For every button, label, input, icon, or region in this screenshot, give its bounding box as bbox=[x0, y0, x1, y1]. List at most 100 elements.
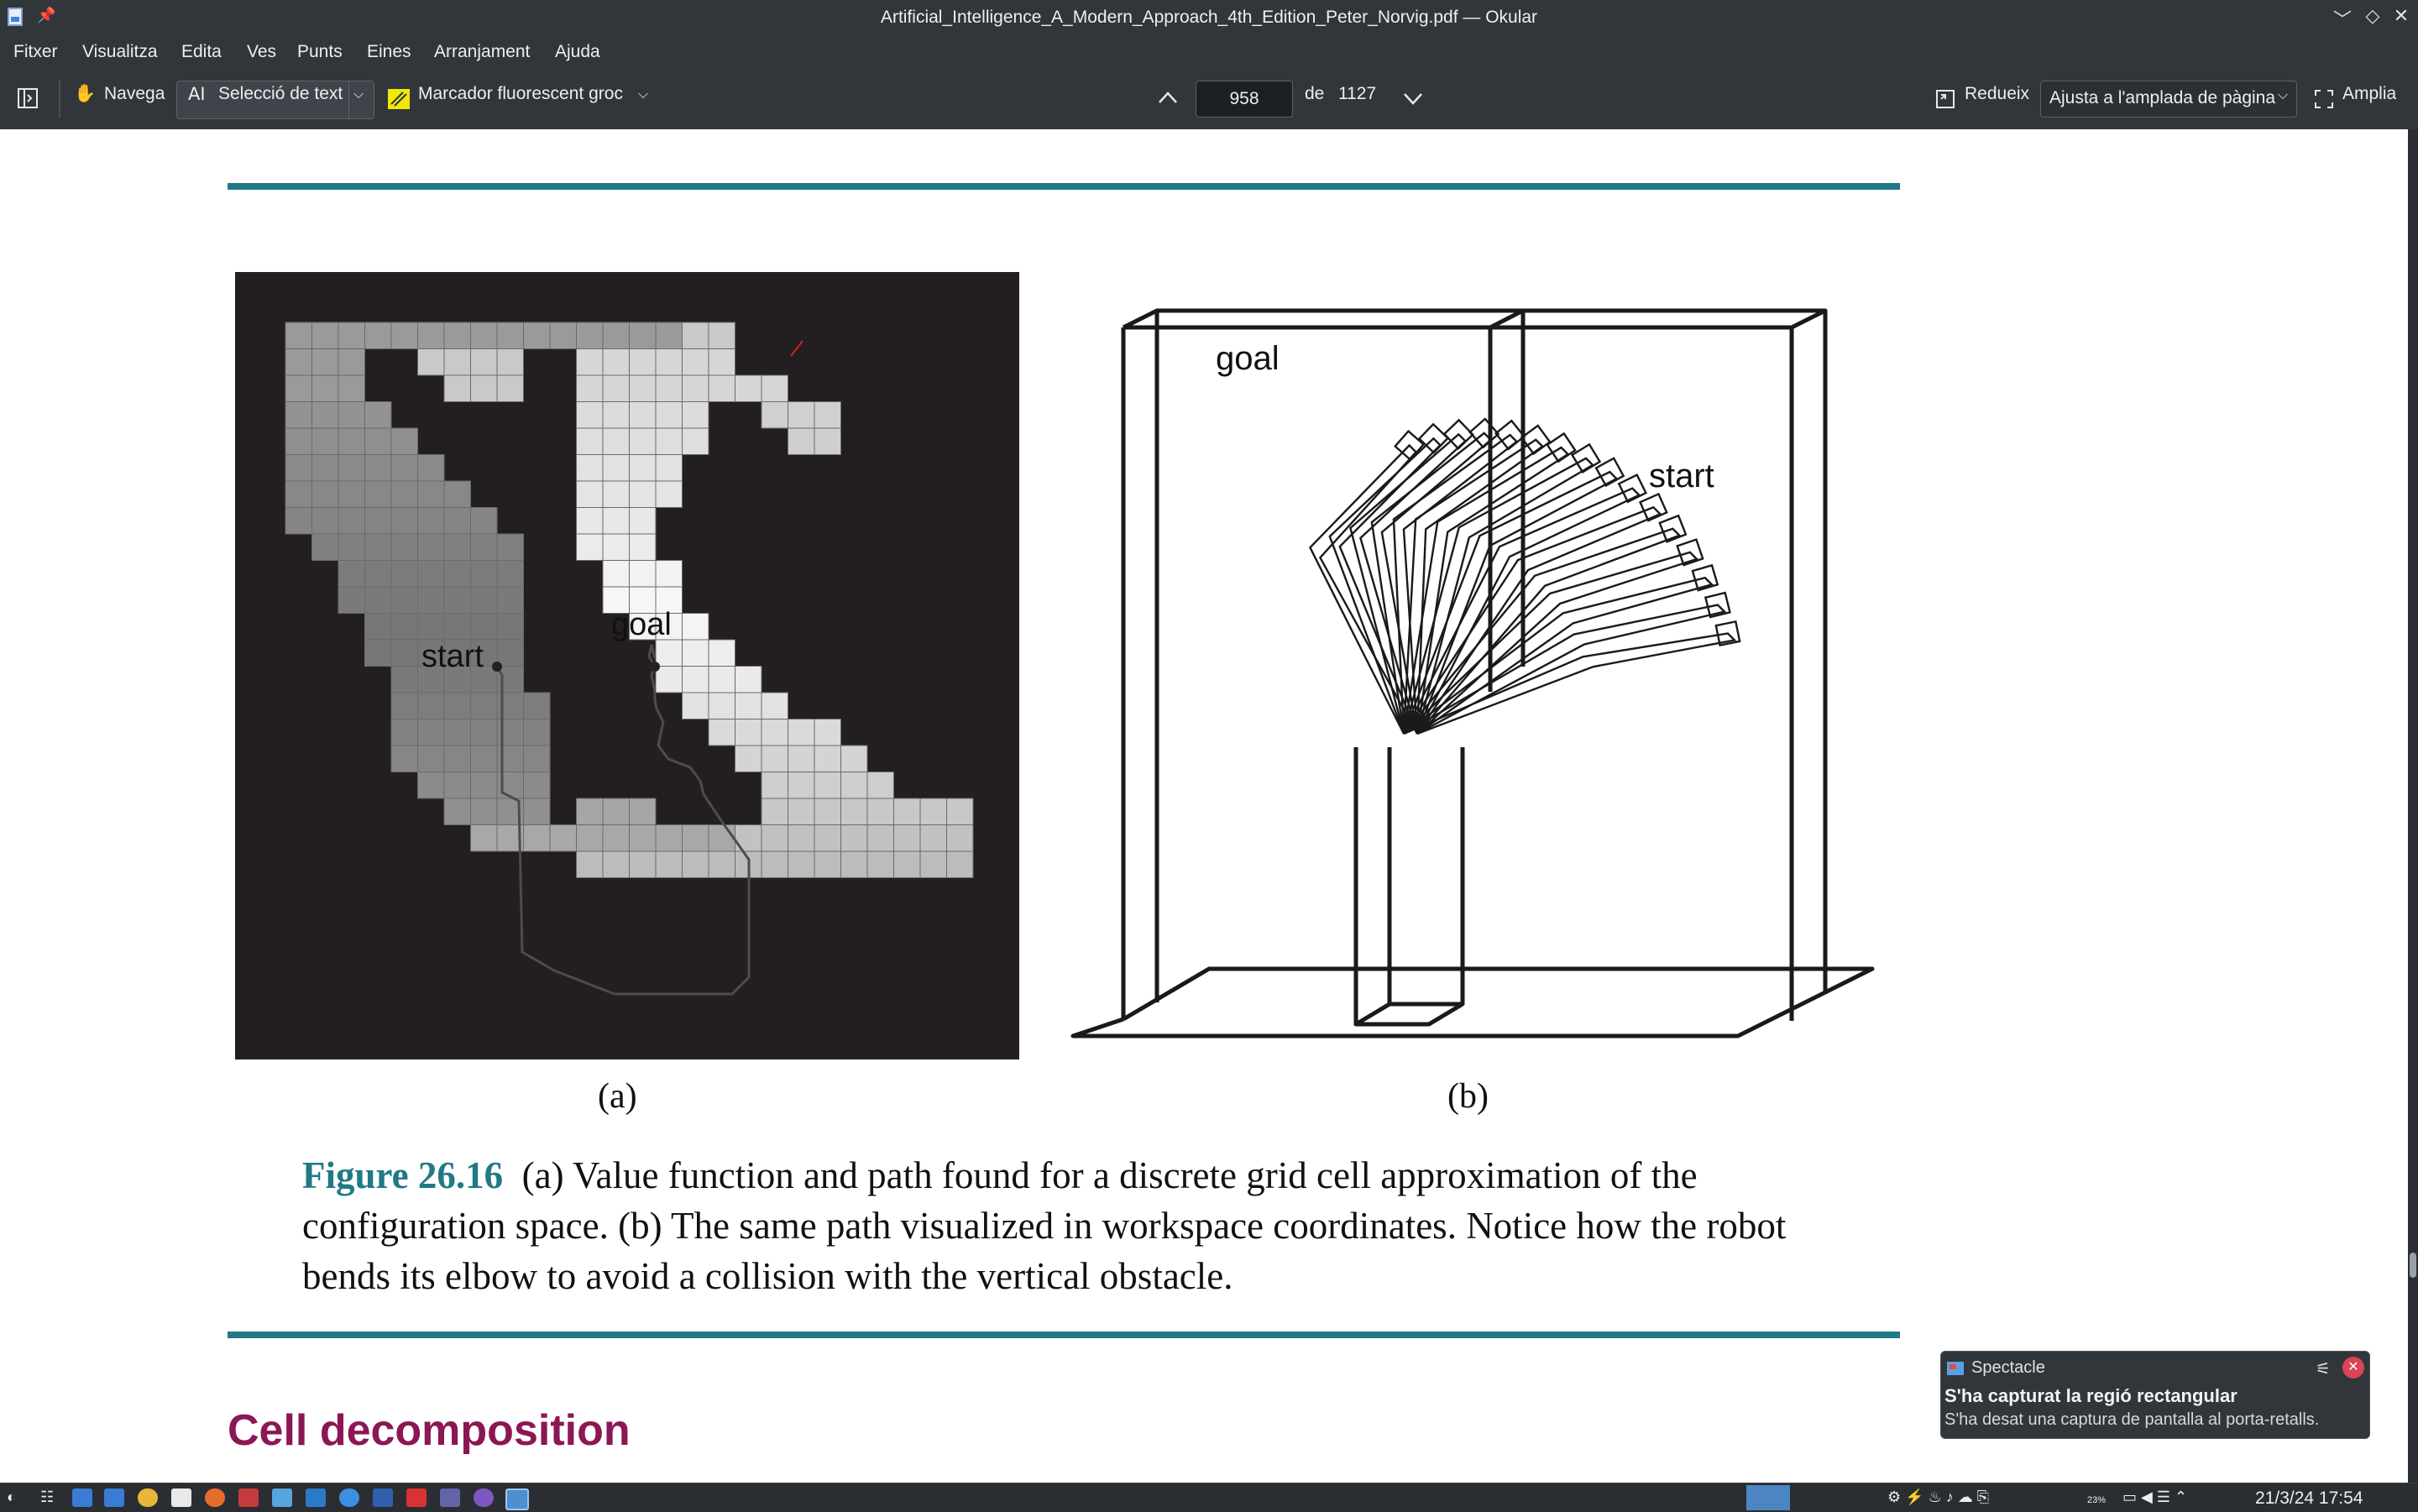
firefox-icon[interactable] bbox=[205, 1488, 225, 1507]
grid-cell bbox=[655, 666, 683, 693]
grid-cell bbox=[576, 798, 604, 825]
grid-cell bbox=[655, 322, 683, 349]
settings-icon[interactable]: ⚟ bbox=[2316, 1358, 2331, 1379]
caption-text: (a) Value function and path found for a … bbox=[302, 1154, 1787, 1297]
menu-visualitza[interactable]: Visualitza bbox=[82, 42, 158, 62]
figure-bottom-rule bbox=[228, 1332, 1900, 1338]
close-button[interactable]: ✕ bbox=[2389, 5, 2413, 27]
okular-task-icon[interactable] bbox=[505, 1488, 529, 1510]
document-page-view[interactable]: start goal goal start (a) (b) Figure 26.… bbox=[0, 129, 2408, 1483]
grid-cell bbox=[735, 374, 762, 402]
grid-cell bbox=[443, 772, 471, 799]
maximize-button[interactable]: ◇ bbox=[2361, 5, 2384, 27]
grid-cell bbox=[682, 427, 709, 455]
grid-cell bbox=[602, 850, 630, 878]
previous-page-icon[interactable] bbox=[1157, 89, 1179, 106]
vscode-icon[interactable] bbox=[306, 1488, 326, 1507]
grid-cell bbox=[470, 719, 498, 746]
grid-cell bbox=[602, 348, 630, 376]
grid-cell bbox=[576, 322, 604, 349]
grid-cell bbox=[576, 850, 604, 878]
editor-icon[interactable] bbox=[373, 1488, 393, 1507]
tray-more-icons[interactable]: ▭ ◀ ☰ ⌃ bbox=[2122, 1488, 2187, 1506]
sidebar-toggle-icon[interactable] bbox=[17, 87, 39, 109]
pager-icon[interactable]: ☷ bbox=[40, 1488, 54, 1506]
clock[interactable]: 21/3/24 17:54 bbox=[2255, 1488, 2363, 1509]
grid-cell bbox=[311, 533, 339, 561]
grid-cell bbox=[708, 850, 735, 878]
grid-cell bbox=[602, 401, 630, 429]
grid-cell bbox=[788, 772, 815, 799]
system-tray-icons[interactable]: ⚙ ⚡ ♨ ♪ ☁ ⎘ bbox=[1887, 1488, 1989, 1506]
chevron-down-icon[interactable]: ⌵ bbox=[638, 87, 648, 102]
toolbar-separator bbox=[59, 81, 60, 118]
teams-icon[interactable] bbox=[440, 1488, 460, 1507]
grid-cell bbox=[682, 348, 709, 376]
notification-title: S'ha capturat la regió rectangular bbox=[1944, 1385, 2237, 1406]
grid-cell bbox=[470, 322, 498, 349]
grid-cell bbox=[443, 719, 471, 746]
text-cursor-icon: A͏I bbox=[188, 84, 206, 104]
minimize-button[interactable]: ﹀ bbox=[2331, 5, 2354, 32]
browse-tool-button[interactable]: Navega bbox=[104, 84, 165, 104]
menu-edita[interactable]: Edita bbox=[181, 42, 222, 62]
app-purple-icon[interactable] bbox=[474, 1488, 494, 1507]
zoom-in-button[interactable]: Amplia bbox=[2342, 84, 2396, 104]
grid-cell bbox=[708, 348, 735, 376]
menu-arranjament[interactable]: Arranjament bbox=[434, 42, 530, 62]
grid-cell bbox=[682, 639, 709, 667]
zoom-mode-select[interactable]: Ajusta a l'amplada de pàgina ⌵ bbox=[2040, 81, 2297, 118]
menu-punts[interactable]: Punts bbox=[297, 42, 343, 62]
grid-cell bbox=[576, 454, 604, 482]
grid-cell bbox=[417, 507, 445, 535]
grid-cell bbox=[311, 401, 339, 429]
typora-icon[interactable] bbox=[171, 1488, 191, 1507]
chrome-icon[interactable] bbox=[138, 1488, 158, 1507]
spectacle-notification[interactable]: Spectacle ⚟ ✕ S'ha capturat la regió rec… bbox=[1940, 1351, 2370, 1439]
grid-cell bbox=[311, 374, 339, 402]
grid-cell bbox=[390, 507, 418, 535]
app-icon[interactable] bbox=[272, 1488, 292, 1507]
grid-cell bbox=[417, 348, 445, 376]
grid-cell bbox=[602, 480, 630, 508]
browser-icon[interactable] bbox=[339, 1488, 359, 1507]
grid-cell bbox=[390, 639, 418, 667]
page-of-label: de bbox=[1305, 84, 1325, 103]
app-red-icon[interactable] bbox=[406, 1488, 427, 1507]
menu-eines[interactable]: Eines bbox=[367, 42, 411, 62]
spectacle-app-icon bbox=[1947, 1362, 1964, 1375]
dolphin-icon[interactable] bbox=[72, 1488, 92, 1507]
grid-cell bbox=[338, 348, 365, 376]
chevron-down-icon[interactable]: ⌵ bbox=[353, 87, 364, 102]
highlighter-tool-button[interactable]: Marcador fluorescent groc bbox=[418, 84, 623, 104]
scrollbar-thumb[interactable] bbox=[2410, 1253, 2416, 1278]
menu-ajuda[interactable]: Ajuda bbox=[555, 42, 600, 62]
vertical-scrollbar[interactable] bbox=[2408, 129, 2418, 1483]
grid-cell bbox=[576, 348, 604, 376]
grid-cell bbox=[840, 745, 868, 772]
menu-ves[interactable]: Ves bbox=[247, 42, 276, 62]
zoom-out-button[interactable]: Redueix bbox=[1965, 84, 2029, 104]
page-total: 1127 bbox=[1338, 84, 1377, 103]
grid-cell bbox=[866, 798, 894, 825]
menu-fitxer[interactable]: Fitxer bbox=[13, 42, 58, 62]
grid-cell bbox=[602, 533, 630, 561]
grid-cell bbox=[814, 824, 841, 852]
grid-cell bbox=[338, 322, 365, 349]
grid-cell bbox=[417, 772, 445, 799]
grid-cell bbox=[443, 322, 471, 349]
grid-cell bbox=[682, 850, 709, 878]
grid-cell bbox=[470, 374, 498, 402]
calibre-icon[interactable] bbox=[238, 1488, 259, 1507]
close-icon[interactable]: ✕ bbox=[2342, 1357, 2364, 1379]
grid-cell bbox=[417, 322, 445, 349]
grid-cell bbox=[814, 798, 841, 825]
grid-cell bbox=[390, 586, 418, 614]
next-page-icon[interactable] bbox=[1402, 91, 1424, 107]
chevron-down-icon: ⌵ bbox=[2277, 88, 2288, 102]
grid-cell bbox=[417, 560, 445, 588]
page-number-input[interactable]: 958 bbox=[1196, 81, 1293, 118]
files-icon[interactable] bbox=[104, 1488, 124, 1507]
active-task-indicator[interactable] bbox=[1746, 1485, 1790, 1510]
app-launcher-icon[interactable]: ◐ bbox=[7, 1488, 16, 1506]
